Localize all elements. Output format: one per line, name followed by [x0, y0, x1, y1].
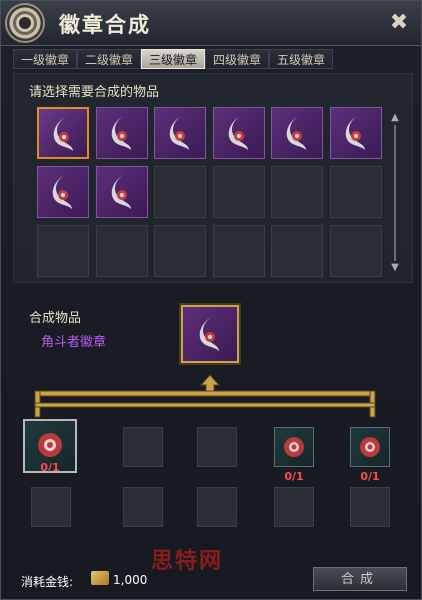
inventory-item-slot[interactable]: [96, 166, 148, 218]
inventory-item-slot[interactable]: [330, 107, 382, 159]
emblem-synthesis-window: 徽章合成 ✖ 一级徽章 二级徽章 三级徽章 四级徽章 五级徽章 请选择需要合成的…: [0, 0, 422, 600]
emblem-icon: [52, 175, 72, 209]
emblem-icon: [228, 116, 248, 150]
inventory-item-slot[interactable]: [154, 107, 206, 159]
material-slot-4[interactable]: [274, 427, 314, 467]
result-label: 合成物品: [29, 311, 82, 326]
inventory-empty-slot[interactable]: [154, 225, 206, 277]
title-bar: 徽章合成 ✖: [1, 1, 421, 46]
scroll-track[interactable]: [394, 125, 396, 261]
inventory-empty-slot[interactable]: [37, 225, 89, 277]
inventory-item-slot[interactable]: [213, 107, 265, 159]
emblem-icon: [111, 116, 131, 150]
material-slot-2[interactable]: [123, 427, 163, 467]
material-slot-3[interactable]: [197, 427, 237, 467]
window-title: 徽章合成: [59, 13, 151, 37]
red-rune-icon: [284, 437, 304, 457]
tab-level-2[interactable]: 二级徽章: [77, 49, 141, 69]
scroll-down-icon[interactable]: ▼: [390, 263, 400, 273]
tab-bar: 一级徽章 二级徽章 三级徽章 四级徽章 五级徽章: [13, 49, 413, 69]
sub-material-slot-5[interactable]: [350, 487, 390, 527]
inventory-item-slot[interactable]: [37, 107, 89, 159]
inventory-scrollbar[interactable]: ▲ ▼: [390, 113, 400, 273]
tab-level-1[interactable]: 一级徽章: [13, 49, 77, 69]
tab-level-5[interactable]: 五级徽章: [269, 49, 333, 69]
emblem-icon: [169, 116, 189, 150]
emblem-icon: [111, 175, 131, 209]
result-slot[interactable]: [181, 305, 239, 363]
red-rune-icon: [38, 433, 62, 457]
cost-value: 1,000: [113, 573, 148, 587]
inventory-item-slot[interactable]: [271, 107, 323, 159]
inventory-item-slot[interactable]: [96, 107, 148, 159]
close-icon[interactable]: ✖: [387, 11, 411, 35]
watermark: 思特网: [151, 549, 224, 574]
tab-level-3[interactable]: 三级徽章: [141, 49, 205, 69]
inventory-empty-slot[interactable]: [96, 225, 148, 277]
red-rune-icon: [360, 437, 380, 457]
material-count-5: 0/1: [360, 470, 380, 483]
inventory-empty-slot[interactable]: [213, 166, 265, 218]
emblem-icon: [53, 117, 73, 151]
emblem-icon: [286, 116, 306, 150]
sub-material-slot-1[interactable]: [31, 487, 71, 527]
cost-label: 消耗金钱:: [21, 575, 74, 589]
inventory-empty-slot[interactable]: [330, 225, 382, 277]
tab-level-4[interactable]: 四级徽章: [205, 49, 269, 69]
inventory-prompt: 请选择需要合成的物品: [29, 85, 160, 100]
inventory-empty-slot[interactable]: [213, 225, 265, 277]
emblem-icon: [345, 116, 365, 150]
inventory-item-slot[interactable]: [37, 166, 89, 218]
material-count-4: 0/1: [284, 470, 304, 483]
inventory-empty-slot[interactable]: [330, 166, 382, 218]
sub-material-slot-4[interactable]: [274, 487, 314, 527]
inventory-empty-slot[interactable]: [271, 225, 323, 277]
inventory-empty-slot[interactable]: [154, 166, 206, 218]
gold-coin-icon: [91, 571, 109, 585]
merge-button[interactable]: 合成: [313, 567, 407, 591]
recipe-tree-lines: [34, 374, 376, 418]
scroll-up-icon[interactable]: ▲: [390, 113, 400, 123]
emblem-icon: [199, 317, 219, 351]
sub-material-slot-2[interactable]: [123, 487, 163, 527]
material-slot-5[interactable]: [350, 427, 390, 467]
material-count-1: 0/1: [40, 461, 60, 474]
inventory-empty-slot[interactable]: [271, 166, 323, 218]
sub-material-slot-3[interactable]: [197, 487, 237, 527]
result-item-name: 角斗者徽章: [41, 335, 107, 350]
gear-icon: [7, 5, 43, 41]
